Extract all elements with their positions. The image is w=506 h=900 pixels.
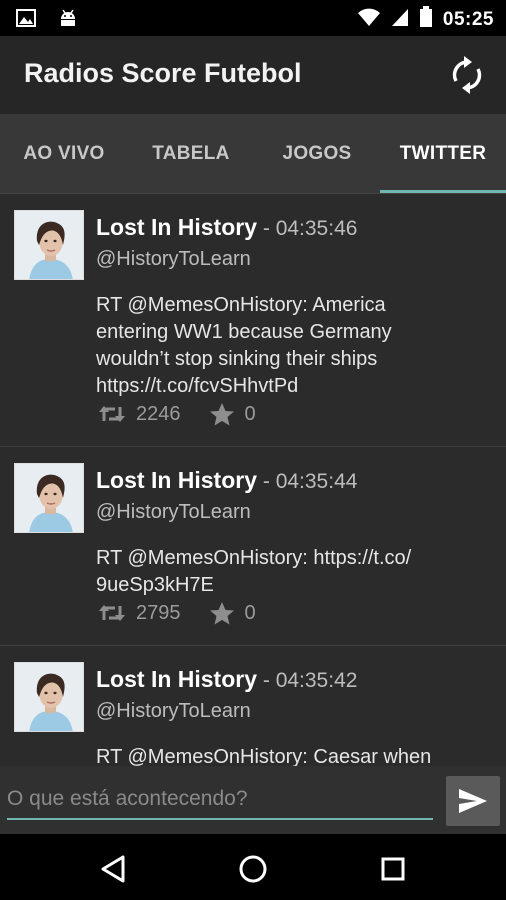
tweet-item[interactable]: Lost In History - 04:35:44 @HistoryToLea… xyxy=(0,447,506,646)
back-button[interactable] xyxy=(96,852,130,886)
tweet-timestamp: 04:35:46 xyxy=(275,217,358,240)
home-icon xyxy=(239,855,267,883)
refresh-button[interactable] xyxy=(446,54,488,96)
avatar[interactable] xyxy=(14,662,84,732)
tab-tabela[interactable]: TABELA xyxy=(128,114,254,193)
retweet-count: 2795 xyxy=(136,601,181,624)
home-button[interactable] xyxy=(236,852,270,886)
battery-icon xyxy=(419,6,433,33)
avatar[interactable] xyxy=(14,210,84,280)
tweet-timestamp: 04:35:44 xyxy=(275,470,358,493)
tweet-link[interactable]: https://t.co/fcvSHhvtPd xyxy=(96,373,496,400)
tweet-timestamp: 04:35:42 xyxy=(275,669,358,692)
tweet-separator: - xyxy=(257,470,276,493)
tweet-author-name[interactable]: Lost In History xyxy=(96,666,257,692)
retweet-count: 2246 xyxy=(136,402,181,425)
clock: 05:25 xyxy=(442,8,494,30)
tab-twitter[interactable]: TWITTER xyxy=(380,114,506,193)
screen: 05:25 Radios Score Futebol AO VIVO TABEL… xyxy=(0,0,506,900)
tweet-text: RT @MemesOnHistory: America entering WW1… xyxy=(96,292,496,400)
image-icon xyxy=(16,8,36,33)
tweet-separator: - xyxy=(257,217,276,240)
tweet-text: RT @MemesOnHistory: Caesar when xyxy=(96,746,432,766)
retweet-button[interactable]: 2795 xyxy=(98,602,181,625)
star-icon xyxy=(209,403,234,426)
tweet-author-name[interactable]: Lost In History xyxy=(96,467,257,493)
avatar[interactable] xyxy=(14,463,84,533)
back-icon xyxy=(101,855,125,883)
tweet-separator: - xyxy=(257,669,276,692)
wifi-icon xyxy=(357,7,381,32)
tweet-stats: 2246 0 xyxy=(98,402,284,426)
tweet-item[interactable]: Lost In History - 04:35:46 @HistoryToLea… xyxy=(0,194,506,447)
favorite-button[interactable]: 0 xyxy=(209,601,256,625)
status-bar: 05:25 xyxy=(0,0,506,36)
tweet-handle[interactable]: @HistoryToLearn xyxy=(96,248,251,271)
tweet-author-name[interactable]: Lost In History xyxy=(96,214,257,240)
favorite-button[interactable]: 0 xyxy=(209,402,256,426)
tweet-handle[interactable]: @HistoryToLearn xyxy=(96,501,251,524)
app-bar: Radios Score Futebol xyxy=(0,36,506,114)
tweet-feed[interactable]: Lost In History - 04:35:46 @HistoryToLea… xyxy=(0,194,506,766)
recents-icon xyxy=(381,857,405,881)
tweet-stats: 2795 0 xyxy=(98,601,284,625)
favorite-count: 0 xyxy=(244,601,256,624)
send-button[interactable] xyxy=(446,776,500,826)
tab-jogos[interactable]: JOGOS xyxy=(254,114,380,193)
retweet-icon xyxy=(99,406,125,422)
favorite-count: 0 xyxy=(244,402,256,425)
tab-ao-vivo[interactable]: AO VIVO xyxy=(0,114,128,193)
tweet-handle[interactable]: @HistoryToLearn xyxy=(96,700,251,723)
tweet-text: RT @MemesOnHistory: https://t.co/ 9ueSp3… xyxy=(96,547,412,596)
send-icon xyxy=(459,789,487,813)
compose-bar xyxy=(0,766,506,834)
app-title: Radios Score Futebol xyxy=(24,58,302,88)
retweet-icon xyxy=(99,605,125,621)
star-icon xyxy=(209,602,234,625)
tweet-compose-input[interactable] xyxy=(7,780,433,820)
tab-bar: AO VIVO TABELA JOGOS TWITTER xyxy=(0,114,506,194)
system-nav-bar xyxy=(0,834,506,900)
signal-icon xyxy=(391,7,409,32)
retweet-button[interactable]: 2246 xyxy=(98,403,181,426)
android-icon xyxy=(58,8,78,33)
recents-button[interactable] xyxy=(376,852,410,886)
tweet-item[interactable]: Lost In History - 04:35:42 @HistoryToLea… xyxy=(0,646,506,766)
refresh-icon xyxy=(452,56,482,94)
